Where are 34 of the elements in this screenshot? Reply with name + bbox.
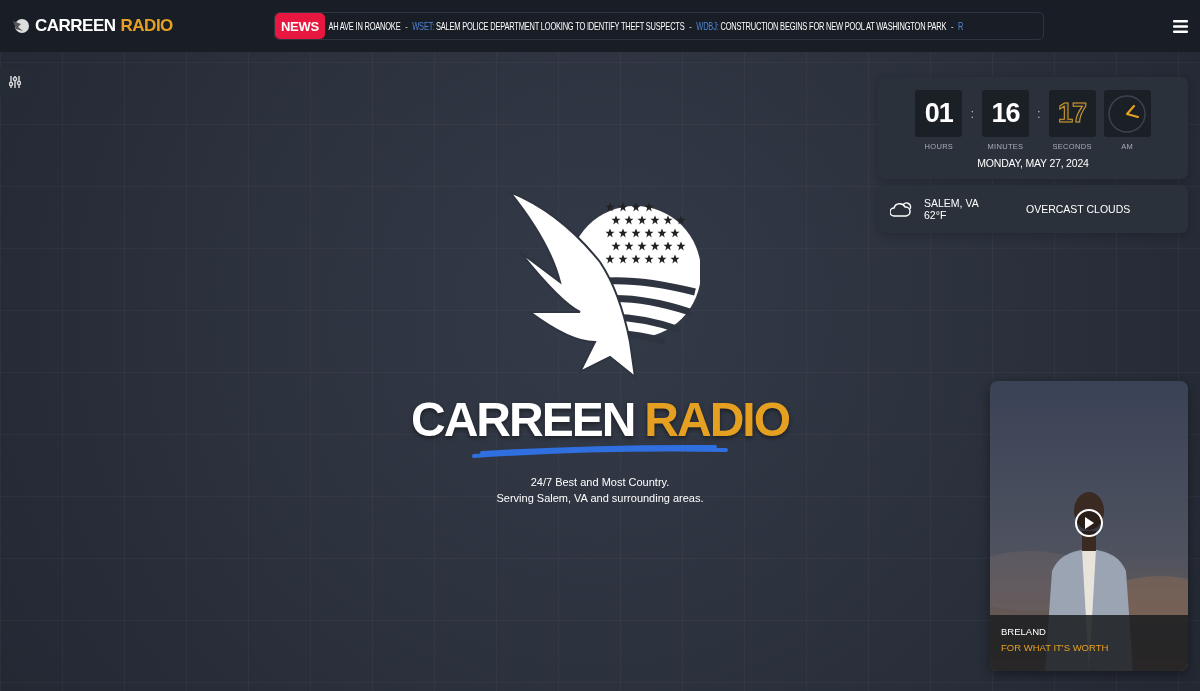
menu-button[interactable] xyxy=(1173,19,1188,33)
tagline-text: 24/7 Best and Most Country. Serving Salem, VA and surrounding areas. xyxy=(496,475,704,506)
play-button[interactable] xyxy=(1075,509,1103,537)
colon-text: : xyxy=(1037,105,1041,123)
news-headline-link[interactable]: WSET: SALEM POLICE DEPARTMENT LOOKING TO IDENTIFY THEFT SUSPECTS xyxy=(412,20,685,32)
clock-digits: 17 xyxy=(1048,90,1096,137)
clock-digits: 16 xyxy=(982,90,1029,137)
artist-text: BRELAND xyxy=(1001,626,1047,637)
logo-accent-text: RADIO xyxy=(120,16,173,36)
separator-text: - xyxy=(405,20,408,32)
separator-text: - xyxy=(689,20,692,32)
clock-digits: 01 xyxy=(915,90,963,137)
colon-text: : xyxy=(970,105,974,123)
analog-clock-icon xyxy=(1103,90,1151,137)
news-headline-link[interactable]: WDBJ: CONSTRUCTION BEGINS FOR NEW POOL AT WASHINGTON PARK xyxy=(696,20,947,32)
site-logo[interactable]: CARREEN RADIO xyxy=(12,16,274,36)
station-name: CARREEN xyxy=(411,396,635,444)
eagle-icon xyxy=(12,18,30,34)
menu-icon xyxy=(1173,19,1188,33)
now-playing-card[interactable]: BRELAND FOR WHAT IT'S WORTH xyxy=(990,381,1188,671)
separator-text: - xyxy=(950,20,954,32)
sliders-icon xyxy=(9,76,21,88)
news-headline-link[interactable]: AH AVE IN ROANOKE xyxy=(328,20,401,32)
track-title-text: FOR WHAT IT'S WORTH xyxy=(1001,642,1110,653)
weather-condition-text: OVERCAST CLOUDS xyxy=(1026,203,1131,215)
news-label: NEWS xyxy=(275,13,325,39)
station-name-accent: RADIO xyxy=(644,396,789,444)
play-icon xyxy=(1084,517,1094,529)
location-text: SALEM, VA xyxy=(924,197,980,209)
cloud-icon xyxy=(890,201,912,217)
news-headline-link[interactable]: R xyxy=(957,20,964,32)
date-text: MONDAY, MAY 27, 2024 xyxy=(977,157,1089,169)
temperature-text: 62°F xyxy=(924,209,948,221)
logo-text: CARREEN xyxy=(35,16,116,36)
